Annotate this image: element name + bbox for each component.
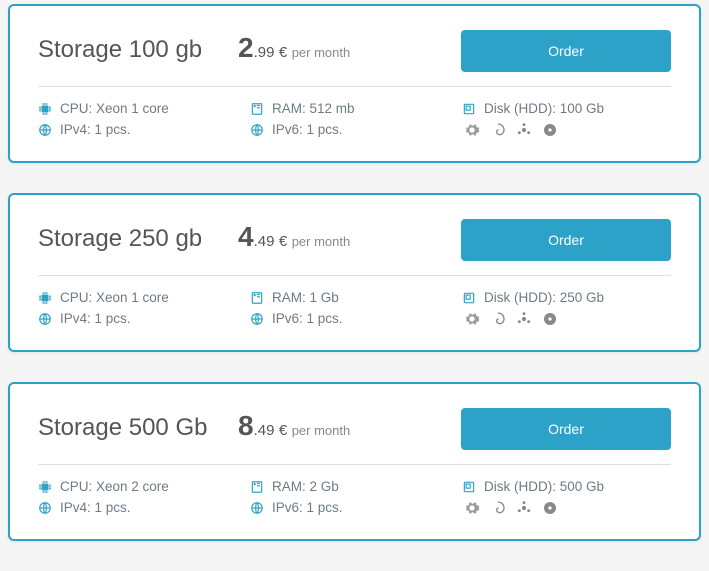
spec-ram-text: RAM: 1 Gb [272, 290, 339, 305]
spec-ram: RAM: 2 Gb [250, 479, 462, 494]
spec-ram-text: RAM: 2 Gb [272, 479, 339, 494]
disc-icon [542, 122, 558, 138]
price-decimal: .99 [254, 44, 275, 61]
plan-header: Storage 100 gb 2.99 € per month Order [38, 30, 671, 87]
spec-disk-text: Disk (HDD): 250 Gb [484, 290, 604, 305]
spec-ipv4: IPv4: 1 pcs. [38, 122, 250, 137]
plan-header: Storage 500 Gb 8.49 € per month Order [38, 408, 671, 465]
ubuntu-icon [516, 311, 532, 327]
gear-icon [464, 311, 480, 327]
spec-cpu: CPU: Xeon 1 core [38, 101, 250, 116]
spec-ipv4-text: IPv4: 1 pcs. [60, 311, 131, 326]
cpu-icon [38, 480, 52, 494]
plan-title: Storage 250 gb [38, 219, 238, 253]
globe-icon [38, 501, 52, 515]
disk-icon [462, 291, 476, 305]
ram-icon [250, 102, 264, 116]
plan-specs: CPU: Xeon 2 core IPv4: 1 pcs. RAM: 2 Gb … [38, 479, 671, 521]
plan-specs: CPU: Xeon 1 core IPv4: 1 pcs. RAM: 1 Gb … [38, 290, 671, 332]
ram-icon [250, 291, 264, 305]
os-icons [462, 500, 671, 516]
globe-icon [38, 123, 52, 137]
ram-icon [250, 480, 264, 494]
plan-title: Storage 100 gb [38, 30, 238, 64]
plan-price: 4.49 € per month [238, 219, 438, 253]
gear-icon [464, 122, 480, 138]
spec-ipv6-text: IPv6: 1 pcs. [272, 122, 343, 137]
debian-icon [490, 122, 506, 138]
globe-icon [250, 312, 264, 326]
os-icons [462, 311, 671, 327]
spec-cpu-text: CPU: Xeon 2 core [60, 479, 169, 494]
price-whole: 8 [238, 410, 254, 441]
spec-disk: Disk (HDD): 250 Gb [462, 290, 671, 305]
price-currency: € [279, 44, 287, 61]
spec-ram: RAM: 1 Gb [250, 290, 462, 305]
os-icons [462, 122, 671, 138]
spec-ipv6: IPv6: 1 pcs. [250, 122, 462, 137]
spec-disk-text: Disk (HDD): 500 Gb [484, 479, 604, 494]
plan-card: Storage 500 Gb 8.49 € per month Order CP… [8, 382, 701, 541]
spec-ram-text: RAM: 512 mb [272, 101, 355, 116]
spec-ipv4: IPv4: 1 pcs. [38, 500, 250, 515]
price-decimal: .49 [254, 233, 275, 250]
order-button[interactable]: Order [461, 408, 671, 450]
cpu-icon [38, 291, 52, 305]
price-currency: € [279, 422, 287, 439]
price-period: per month [292, 423, 351, 438]
price-period: per month [292, 234, 351, 249]
price-whole: 4 [238, 221, 254, 252]
plan-specs: CPU: Xeon 1 core IPv4: 1 pcs. RAM: 512 m… [38, 101, 671, 143]
spec-ipv6-text: IPv6: 1 pcs. [272, 311, 343, 326]
spec-cpu-text: CPU: Xeon 1 core [60, 290, 169, 305]
plan-card: Storage 250 gb 4.49 € per month Order CP… [8, 193, 701, 352]
spec-ipv4-text: IPv4: 1 pcs. [60, 122, 131, 137]
spec-ipv4-text: IPv4: 1 pcs. [60, 500, 131, 515]
debian-icon [490, 311, 506, 327]
plan-header: Storage 250 gb 4.49 € per month Order [38, 219, 671, 276]
gear-icon [464, 500, 480, 516]
spec-ipv4: IPv4: 1 pcs. [38, 311, 250, 326]
price-currency: € [279, 233, 287, 250]
spec-ipv6: IPv6: 1 pcs. [250, 500, 462, 515]
spec-disk: Disk (HDD): 100 Gb [462, 101, 671, 116]
plan-title: Storage 500 Gb [38, 408, 238, 442]
price-period: per month [292, 45, 351, 60]
spec-disk: Disk (HDD): 500 Gb [462, 479, 671, 494]
spec-cpu: CPU: Xeon 1 core [38, 290, 250, 305]
order-button[interactable]: Order [461, 219, 671, 261]
spec-ram: RAM: 512 mb [250, 101, 462, 116]
ubuntu-icon [516, 122, 532, 138]
debian-icon [490, 500, 506, 516]
disk-icon [462, 102, 476, 116]
order-button[interactable]: Order [461, 30, 671, 72]
globe-icon [250, 501, 264, 515]
plan-price: 8.49 € per month [238, 408, 438, 442]
spec-disk-text: Disk (HDD): 100 Gb [484, 101, 604, 116]
disc-icon [542, 500, 558, 516]
globe-icon [250, 123, 264, 137]
price-decimal: .49 [254, 422, 275, 439]
spec-cpu: CPU: Xeon 2 core [38, 479, 250, 494]
spec-ipv6-text: IPv6: 1 pcs. [272, 500, 343, 515]
disk-icon [462, 480, 476, 494]
disc-icon [542, 311, 558, 327]
globe-icon [38, 312, 52, 326]
plan-card: Storage 100 gb 2.99 € per month Order CP… [8, 4, 701, 163]
plan-price: 2.99 € per month [238, 30, 438, 64]
cpu-icon [38, 102, 52, 116]
spec-cpu-text: CPU: Xeon 1 core [60, 101, 169, 116]
spec-ipv6: IPv6: 1 pcs. [250, 311, 462, 326]
ubuntu-icon [516, 500, 532, 516]
price-whole: 2 [238, 32, 254, 63]
